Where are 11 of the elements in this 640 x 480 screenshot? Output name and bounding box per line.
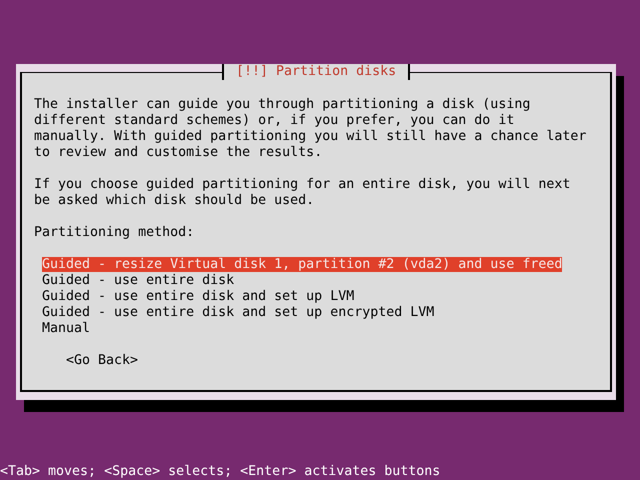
- description-paragraph: The installer can guide you through partitioning a disk (using different standard schemes) or, if you prefer, you can do it manually. With guided partitioning you will still have a chance later to review and customise the results.: [34, 97, 588, 161]
- menu-option[interactable]: Guided - use entire disk: [42, 273, 234, 288]
- menu-option[interactable]: Manual: [42, 321, 90, 336]
- menu-option[interactable]: Guided - use entire disk and set up LVM: [42, 289, 354, 304]
- description-paragraph: If you choose guided partitioning for an entire disk, you will next be asked which disk should be used.: [34, 177, 572, 209]
- go-back-button[interactable]: <Go Back>: [66, 353, 138, 368]
- status-bar-hint: <Tab> moves; <Space> selects; <Enter> activates buttons: [0, 464, 442, 480]
- dialog-title: [!!] Partition disks: [222, 64, 410, 80]
- prompt-label: Partitioning method:: [34, 225, 196, 241]
- menu-option[interactable]: Guided - resize Virtual disk 1, partition #2 (vda2) and use freed: [42, 257, 562, 272]
- menu-option[interactable]: Guided - use entire disk and set up encrypted LVM: [42, 305, 434, 320]
